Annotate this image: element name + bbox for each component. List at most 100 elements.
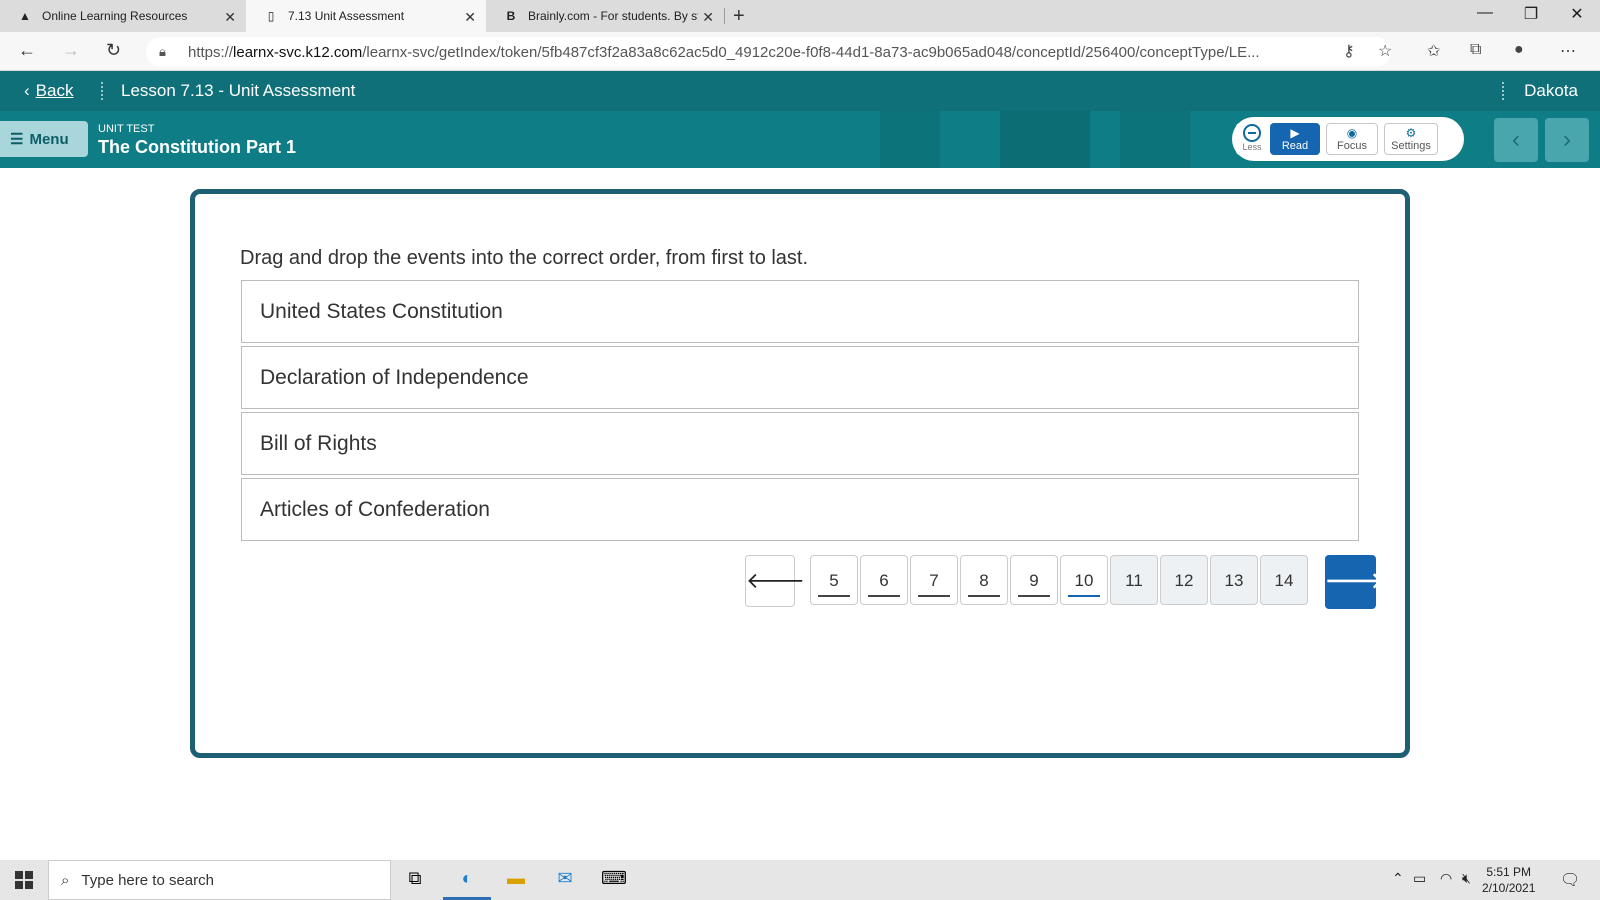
browser-tab-brainly[interactable]: B Brainly.com - For students. By st ✕ (486, 0, 724, 32)
back-arrow-icon[interactable]: ← (18, 40, 36, 61)
chevron-up-icon[interactable]: ⌃ (1392, 870, 1404, 887)
settings-button[interactable]: ⚙ Settings (1384, 123, 1438, 155)
arrow-right-icon: 🡒 (1325, 568, 1384, 593)
url-host: learnx-svc.k12.com (233, 43, 363, 61)
close-icon[interactable]: ✕ (224, 9, 236, 26)
volume-muted-icon[interactable]: 🔇︎ (1462, 870, 1471, 887)
previous-question-button[interactable]: 🡐 (745, 555, 805, 607)
less-button[interactable]: Less (1236, 123, 1268, 155)
less-label: Less (1242, 142, 1262, 152)
more-options-icon[interactable]: ⋯ (1560, 41, 1576, 61)
question-prompt: Drag and drop the events into the correc… (240, 247, 809, 269)
taskbar-search-box[interactable]: ⌕ Type here to search (48, 860, 391, 900)
search-icon: ⌕ (61, 871, 70, 889)
chevron-left-icon: ‹ (1512, 126, 1520, 153)
divider (101, 82, 104, 100)
next-question-button[interactable]: 🡒 (1325, 555, 1384, 609)
system-clock[interactable]: 5:51 PM 2/10/2021 (1482, 864, 1535, 896)
chevron-left-icon: ‹ (24, 81, 30, 100)
reading-tools: Less ▶ Read ◉ Focus ⚙ Settings (1232, 117, 1464, 161)
question-page-5[interactable]: 5 (810, 555, 858, 605)
wifi-icon[interactable]: ◠ (1440, 870, 1452, 887)
menu-button[interactable]: ☰ Menu (0, 121, 88, 157)
question-page-6[interactable]: 6 (860, 555, 908, 605)
close-icon[interactable]: ✕ (702, 9, 714, 26)
menu-label: Menu (29, 130, 69, 148)
background-texture (1120, 111, 1190, 168)
tab-label: Brainly.com - For students. By st (528, 9, 698, 23)
play-icon: ▶ (1290, 126, 1300, 140)
background-texture (880, 111, 940, 168)
file-explorer-icon[interactable]: ▬ (502, 868, 530, 892)
question-page-13[interactable]: 13 (1210, 555, 1258, 605)
previous-page-button[interactable]: ‹ (1494, 118, 1538, 162)
key-icon[interactable]: ⚷ (1343, 41, 1355, 61)
drag-item[interactable]: United States Constitution (241, 280, 1359, 343)
read-label: Read (1281, 140, 1309, 152)
user-name[interactable]: Dakota (1524, 81, 1578, 101)
tab-label: 7.13 Unit Assessment (288, 9, 405, 23)
tab-label: Online Learning Resources (42, 9, 188, 23)
windows-taskbar: ⌕ Type here to search ⧉ ◐ ▬ ✉ ⌨ ⌃ ▭ ◠ 🔇︎… (0, 860, 1600, 900)
chevron-right-icon: › (1563, 126, 1571, 153)
lock-icon[interactable]: 🔒︎ (159, 44, 166, 60)
edge-browser-icon[interactable]: ◐ (453, 868, 481, 892)
unit-kicker: UNIT TEST (98, 123, 155, 135)
question-page-9[interactable]: 9 (1010, 555, 1058, 605)
typewriter-app-icon[interactable]: ⌨ (600, 868, 628, 892)
background-texture (1000, 111, 1090, 168)
minus-circle-icon (1243, 124, 1261, 142)
notifications-icon[interactable]: 🗨︎ (1560, 870, 1580, 890)
drag-item[interactable]: Articles of Confederation (241, 478, 1359, 541)
drag-item[interactable]: Bill of Rights (241, 412, 1359, 475)
back-label: Back (35, 81, 74, 100)
question-page-11[interactable]: 11 (1110, 555, 1158, 605)
arrow-left-icon: 🡐 (746, 568, 805, 593)
close-icon[interactable]: ✕ (464, 9, 476, 26)
settings-label: Settings (1391, 140, 1431, 152)
browser-tab-unit-assessment[interactable]: ▯ 7.13 Unit Assessment ✕ (246, 0, 486, 32)
search-placeholder: Type here to search (81, 871, 214, 889)
collections-icon[interactable]: ⧉ (1470, 41, 1481, 59)
question-page-12[interactable]: 12 (1160, 555, 1208, 605)
page-icon: ▯ (267, 9, 275, 23)
profile-avatar-icon[interactable]: ● (1514, 41, 1524, 59)
tab-separator (724, 8, 725, 24)
restore-icon[interactable]: ❐ (1508, 4, 1554, 24)
new-tab-button[interactable]: + (733, 5, 745, 28)
focus-button[interactable]: ◉ Focus (1326, 123, 1378, 155)
mail-icon[interactable]: ✉ (551, 868, 579, 892)
question-page-10[interactable]: 10 (1060, 555, 1108, 605)
reload-icon[interactable]: ↻ (106, 40, 121, 61)
brainly-icon: B (506, 9, 516, 23)
hamburger-icon: ☰ (10, 131, 24, 148)
divider (1502, 82, 1505, 100)
url-path: /learnx-svc/getIndex/token/5fb487cf3f2a8… (362, 43, 1260, 61)
tree-icon: ▲ (19, 9, 31, 23)
favorites-list-icon[interactable]: ✩ (1427, 41, 1440, 61)
url-scheme: https:// (188, 43, 234, 61)
clock-date: 2/10/2021 (1482, 881, 1536, 895)
windows-start-icon[interactable] (15, 871, 33, 889)
task-view-icon[interactable]: ⧉ (401, 868, 429, 892)
read-button[interactable]: ▶ Read (1270, 123, 1320, 155)
question-page-7[interactable]: 7 (910, 555, 958, 605)
next-page-button[interactable]: › (1545, 118, 1589, 162)
eye-icon: ◉ (1346, 126, 1358, 140)
back-link[interactable]: ‹ Back (24, 81, 73, 101)
forward-arrow-icon[interactable]: → (62, 40, 80, 61)
favorite-star-icon[interactable]: ☆ (1378, 41, 1392, 61)
close-window-icon[interactable]: ✕ (1554, 4, 1600, 24)
unit-title: The Constitution Part 1 (98, 137, 296, 157)
question-page-8[interactable]: 8 (960, 555, 1008, 605)
question-page-14[interactable]: 14 (1260, 555, 1308, 605)
address-bar[interactable]: https://learnx-svc.k12.com/learnx-svc/ge… (146, 37, 1391, 67)
unit-header: ☰ Menu UNIT TEST The Constitution Part 1… (0, 111, 1600, 168)
browser-tab-online-learning[interactable]: ▲ Online Learning Resources ✕ (0, 0, 246, 32)
browser-tab-strip: ▲ Online Learning Resources ✕ ▯ 7.13 Uni… (0, 0, 1600, 32)
grid-icon[interactable]: ⠿ (1445, 128, 1455, 145)
drag-item[interactable]: Declaration of Independence (241, 346, 1359, 409)
focus-label: Focus (1337, 140, 1367, 152)
battery-icon[interactable]: ▭ (1413, 870, 1426, 887)
minimize-icon[interactable]: — (1462, 4, 1508, 22)
